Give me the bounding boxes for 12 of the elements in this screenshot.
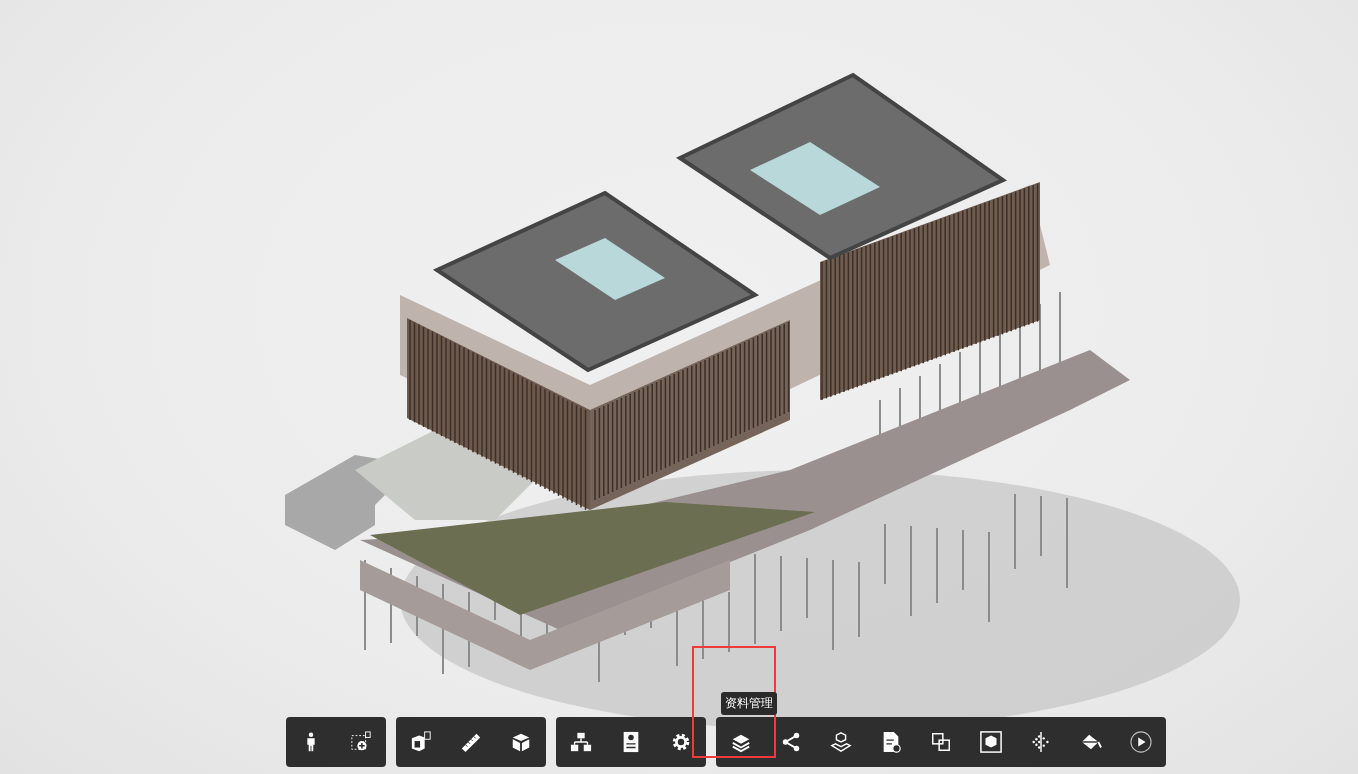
cube-icon	[510, 731, 532, 753]
framed-cube-icon	[980, 731, 1002, 753]
zoom-box-icon	[350, 731, 372, 753]
overlapping-squares-icon	[930, 731, 952, 753]
section-box-icon	[410, 731, 432, 753]
ruler-icon	[460, 731, 482, 753]
settings-icon	[670, 731, 692, 753]
play-icon	[1130, 731, 1152, 753]
tooltip: 资料管理	[721, 692, 777, 715]
share-icon	[780, 731, 802, 753]
hierarchy-icon	[570, 731, 592, 753]
model-viewport[interactable]: 资料管理	[0, 0, 1358, 774]
